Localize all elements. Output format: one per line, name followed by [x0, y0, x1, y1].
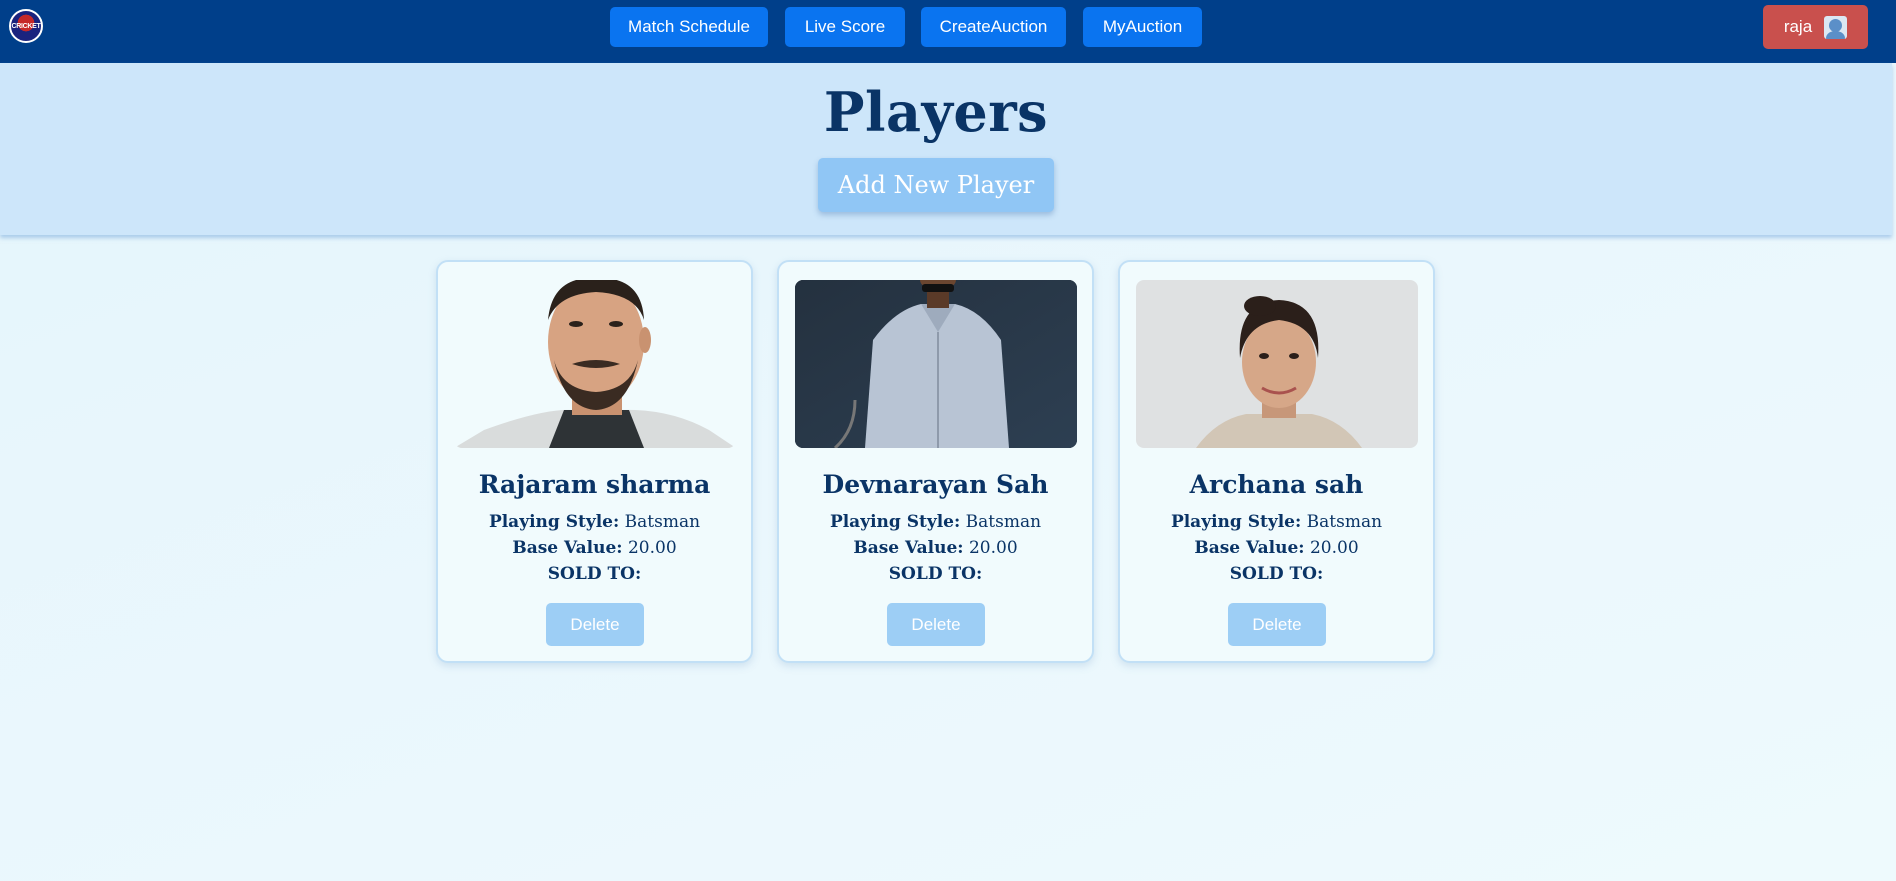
match-schedule-button[interactable]: Match Schedule	[610, 7, 768, 47]
base-value-label: Base Value:	[853, 538, 964, 558]
player-card: Devnarayan Sah Playing Style: Batsman Ba…	[777, 260, 1094, 663]
delete-button[interactable]: Delete	[1228, 603, 1326, 646]
user-menu-button[interactable]: raja	[1763, 5, 1868, 49]
base-value: Base Value: 20.00	[779, 538, 1092, 558]
playing-style-label: Playing Style:	[829, 512, 961, 532]
playing-style-label: Playing Style:	[488, 512, 620, 532]
player-photo	[795, 280, 1077, 448]
playing-style: Playing Style: Batsman	[779, 512, 1092, 532]
logo-text: CRICKET	[11, 22, 41, 30]
player-name: Archana sah	[1189, 470, 1364, 499]
player-name: Devnarayan Sah	[822, 470, 1049, 499]
playing-style-value: Batsman	[624, 512, 701, 532]
cricket-logo[interactable]: CRICKET	[9, 9, 43, 43]
base-value-label: Base Value:	[512, 538, 623, 558]
delete-button[interactable]: Delete	[887, 603, 985, 646]
base-value-label: Base Value:	[1194, 538, 1305, 558]
sold-to: SOLD TO:	[1120, 564, 1433, 584]
playing-style-value: Batsman	[1306, 512, 1383, 532]
playing-style-value: Batsman	[965, 512, 1042, 532]
user-avatar-icon	[1824, 15, 1848, 39]
sold-to-label: SOLD TO:	[888, 564, 983, 584]
player-photo	[1136, 280, 1418, 448]
page-title: Players	[823, 80, 1049, 144]
playing-style: Playing Style: Batsman	[1120, 512, 1433, 532]
base-value: Base Value: 20.00	[1120, 538, 1433, 558]
base-value-amount: 20.00	[968, 538, 1018, 558]
player-card: Rajaram sharma Playing Style: Batsman Ba…	[436, 260, 753, 663]
base-value: Base Value: 20.00	[438, 538, 751, 558]
player-photo	[454, 280, 736, 448]
top-navbar: CRICKET Match Schedule Live Score Create…	[0, 0, 1896, 63]
username-label: raja	[1783, 17, 1813, 36]
sold-to: SOLD TO:	[438, 564, 751, 584]
sold-to-label: SOLD TO:	[547, 564, 642, 584]
playing-style-label: Playing Style:	[1170, 512, 1302, 532]
live-score-button[interactable]: Live Score	[785, 7, 905, 47]
add-new-player-button[interactable]: Add New Player	[818, 158, 1054, 212]
player-card: Archana sah Playing Style: Batsman Base …	[1118, 260, 1435, 663]
sold-to: SOLD TO:	[779, 564, 1092, 584]
delete-button[interactable]: Delete	[546, 603, 644, 646]
playing-style: Playing Style: Batsman	[438, 512, 751, 532]
player-name: Rajaram sharma	[478, 470, 711, 499]
sold-to-label: SOLD TO:	[1229, 564, 1324, 584]
create-auction-button[interactable]: CreateAuction	[921, 7, 1066, 47]
my-auction-button[interactable]: MyAuction	[1083, 7, 1202, 47]
base-value-amount: 20.00	[1309, 538, 1359, 558]
base-value-amount: 20.00	[627, 538, 677, 558]
